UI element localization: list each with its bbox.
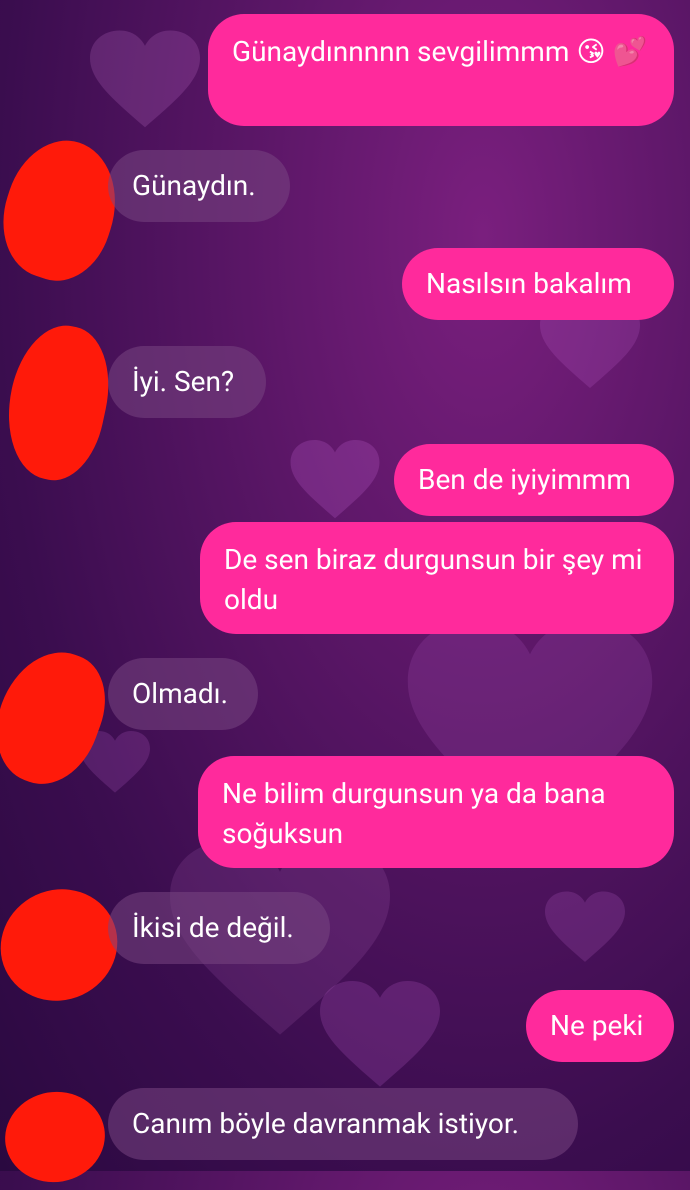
- incoming-message[interactable]: Canım böyle davranmak istiyor.: [108, 1088, 578, 1160]
- background-heart-decoration: [545, 890, 625, 965]
- message-text: Olmadı.: [132, 677, 228, 710]
- outgoing-message[interactable]: Ne bilim durgunsun ya da bana soğuksun: [198, 756, 674, 868]
- redacted-avatar: [0, 316, 122, 489]
- message-text: Günaydın.: [132, 169, 256, 202]
- outgoing-message[interactable]: De sen biraz durgunsun bir şey mi oldu: [200, 522, 674, 634]
- message-text: İyi. Sen?: [132, 365, 235, 398]
- message-text: Günaydınnnnn sevgilimmm 😘 💕: [232, 35, 648, 68]
- message-text: De sen biraz durgunsun bir şey mi oldu: [224, 543, 643, 616]
- incoming-message[interactable]: İkisi de değil.: [108, 892, 330, 964]
- background-heart-decoration: [290, 440, 380, 520]
- outgoing-message[interactable]: Günaydınnnnn sevgilimmm 😘 💕: [208, 14, 674, 126]
- message-text: Ne peki: [550, 1009, 644, 1042]
- incoming-message[interactable]: Günaydın.: [108, 150, 290, 222]
- message-text: Nasılsın bakalım: [426, 267, 632, 300]
- background-heart-decoration: [90, 30, 200, 130]
- outgoing-message[interactable]: Ben de iyiyimmm: [394, 444, 674, 516]
- outgoing-message[interactable]: Ne peki: [526, 990, 674, 1062]
- outgoing-message[interactable]: Nasılsın bakalım: [402, 248, 674, 320]
- incoming-message[interactable]: İyi. Sen?: [108, 346, 266, 418]
- message-text: Canım böyle davranmak istiyor.: [132, 1107, 520, 1140]
- redacted-avatar: [0, 1084, 113, 1190]
- message-text: Ben de iyiyimmm: [418, 463, 631, 496]
- message-text: Ne bilim durgunsun ya da bana soğuksun: [222, 777, 606, 850]
- message-text: İkisi de değil.: [132, 911, 294, 944]
- incoming-message[interactable]: Olmadı.: [108, 658, 258, 730]
- redacted-avatar: [0, 126, 133, 294]
